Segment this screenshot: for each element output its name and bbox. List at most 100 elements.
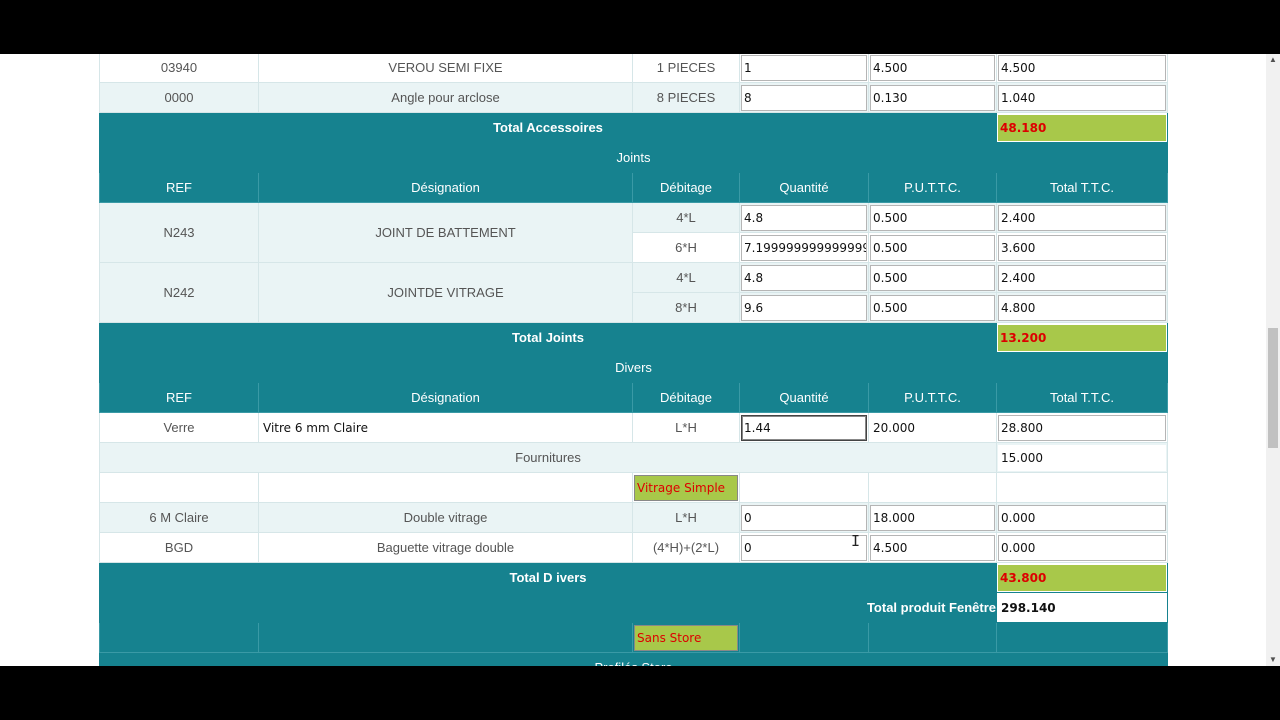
unit-price-input[interactable]: 4.500 <box>870 534 995 561</box>
column-header-quantite: Quantité <box>739 382 869 413</box>
browser-viewport: 03940 VEROU SEMI FIXE 1 PIECES 1 4.500 4… <box>0 54 1280 666</box>
total-row: Total Joints 13.200 <box>99 322 1168 353</box>
quantity-input[interactable]: 1 <box>741 54 867 81</box>
unit-price-input[interactable]: 0.130 <box>870 84 995 111</box>
designation-cell: Baguette vitrage double <box>258 532 633 563</box>
ref-cell: 6 M Claire <box>99 502 259 533</box>
total-row: Total produit Fenêtre 298.140 <box>99 592 1168 623</box>
quantity-input[interactable]: 4.8 <box>741 264 867 291</box>
table-row: 0000 Angle pour arclose 8 PIECES 8 0.130… <box>99 82 1168 113</box>
quantity-input[interactable]: 9.6 <box>741 294 867 321</box>
debitage-cell: 1 PIECES <box>632 54 740 83</box>
debitage-cell: (4*H)+(2*L) <box>632 532 740 563</box>
total-joints-value: 13.200 <box>998 324 1166 351</box>
section-title-divers: Divers <box>99 352 1168 383</box>
text-cursor-icon: I <box>851 532 861 550</box>
table-row: N243 JOINT DE BATTEMENT 4*L 4.8 0.500 2.… <box>99 202 1168 263</box>
debitage-cell: 4*L <box>632 262 740 293</box>
unit-price-input[interactable]: 0.500 <box>870 234 995 261</box>
total-divers-value: 43.800 <box>998 564 1166 591</box>
ref-cell: BGD <box>99 532 259 563</box>
total-input[interactable]: 4.800 <box>998 294 1166 321</box>
column-header-debitage: Débitage <box>632 382 740 413</box>
quantity-input[interactable]: 0 <box>741 534 867 561</box>
table-row: 6 M Claire Double vitrage L*H 0 18.000 0… <box>99 502 1168 533</box>
section-header: Divers <box>99 352 1168 383</box>
total-produit-value: 298.140 <box>998 594 1166 621</box>
vertical-scrollbar[interactable]: ▲ ▼ <box>1266 54 1280 666</box>
unit-price-input[interactable]: 4.500 <box>870 54 995 81</box>
unit-price-input[interactable]: 0.500 <box>870 294 995 321</box>
total-row: Total Accessoires 48.180 <box>99 112 1168 143</box>
quantity-input[interactable]: 7.1999999999999993 <box>741 234 867 261</box>
total-input[interactable]: 1.040 <box>998 84 1166 111</box>
column-header-quantite: Quantité <box>739 172 869 203</box>
section-title-profiles-store: Profilés Store <box>99 652 1168 666</box>
section-title-joints: Joints <box>99 142 1168 173</box>
total-input[interactable]: 3.600 <box>998 234 1166 261</box>
quantity-input[interactable]: 8 <box>741 84 867 111</box>
debitage-cell: L*H <box>632 412 740 443</box>
table-row: Vitrage Simple <box>99 472 1168 503</box>
designation-cell: JOINT DE BATTEMENT <box>258 202 633 263</box>
column-header-total: Total T.T.C. <box>996 172 1168 203</box>
designation-cell: VEROU SEMI FIXE <box>258 54 633 83</box>
unit-price-input[interactable]: 0.500 <box>870 204 995 231</box>
section-header: Profilés Store <box>99 652 1168 666</box>
table-row: Verre Vitre 6 mm Claire L*H 1.44 20.000 … <box>99 412 1168 443</box>
debitage-cell: 8*H <box>632 292 740 323</box>
table-row: Fournitures 15.000 <box>99 442 1168 473</box>
total-produit-label: Total produit Fenêtre <box>99 592 997 623</box>
store-select[interactable]: Sans Store <box>634 624 738 651</box>
ref-cell: N243 <box>99 202 259 263</box>
debitage-cell: L*H <box>632 502 740 533</box>
scrollbar-thumb[interactable] <box>1268 328 1278 448</box>
fournitures-input[interactable]: 15.000 <box>998 444 1166 471</box>
column-header-designation: Désignation <box>258 172 633 203</box>
total-accessoires-value: 48.180 <box>998 114 1166 141</box>
table-row: Sans Store <box>99 622 1168 653</box>
total-input[interactable]: 28.800 <box>998 414 1166 441</box>
unit-price-input[interactable]: 0.500 <box>870 264 995 291</box>
total-input[interactable]: 0.000 <box>998 504 1166 531</box>
fournitures-label: Fournitures <box>99 442 997 473</box>
column-header-pu: P.U.T.T.C. <box>868 382 997 413</box>
debitage-cell: 4*L <box>632 202 740 233</box>
column-header-pu: P.U.T.T.C. <box>868 172 997 203</box>
total-input[interactable]: 0.000 <box>998 534 1166 561</box>
unit-price-input[interactable]: 18.000 <box>870 504 995 531</box>
section-header: Joints <box>99 142 1168 173</box>
column-header-row: REF Désignation Débitage Quantité P.U.T.… <box>99 172 1168 203</box>
unit-price-input[interactable]: 20.000 <box>870 414 995 441</box>
vitrage-select[interactable]: Vitrage Simple <box>634 474 738 501</box>
column-header-designation: Désignation <box>258 382 633 413</box>
debitage-cell: 8 PIECES <box>632 82 740 113</box>
scroll-up-icon[interactable]: ▲ <box>1266 54 1280 66</box>
total-input[interactable]: 2.400 <box>998 204 1166 231</box>
ref-cell: N242 <box>99 262 259 323</box>
quantity-input[interactable]: 4.8 <box>741 204 867 231</box>
quantity-input[interactable]: 1.44 <box>741 414 867 441</box>
table-row: BGD Baguette vitrage double (4*H)+(2*L) … <box>99 532 1168 563</box>
ref-cell: 03940 <box>99 54 259 83</box>
debitage-cell: 6*H <box>632 232 740 263</box>
total-accessoires-label: Total Accessoires <box>99 112 997 143</box>
scroll-down-icon[interactable]: ▼ <box>1266 654 1280 666</box>
total-input[interactable]: 2.400 <box>998 264 1166 291</box>
total-joints-label: Total Joints <box>99 322 997 353</box>
designation-cell: JOINTDE VITRAGE <box>258 262 633 323</box>
designation-cell: Double vitrage <box>258 502 633 533</box>
column-header-ref: REF <box>99 382 259 413</box>
total-input[interactable]: 4.500 <box>998 54 1166 81</box>
glass-select[interactable]: Vitre 6 mm Claire <box>260 414 631 441</box>
total-row: Total D ivers 43.800 <box>99 562 1168 593</box>
ref-cell: 0000 <box>99 82 259 113</box>
quote-table: 03940 VEROU SEMI FIXE 1 PIECES 1 4.500 4… <box>99 54 1168 666</box>
table-row: N242 JOINTDE VITRAGE 4*L 4.8 0.500 2.400 <box>99 262 1168 323</box>
quantity-input[interactable]: 0 <box>741 504 867 531</box>
column-header-row: REF Désignation Débitage Quantité P.U.T.… <box>99 382 1168 413</box>
column-header-total: Total T.T.C. <box>996 382 1168 413</box>
column-header-ref: REF <box>99 172 259 203</box>
column-header-debitage: Débitage <box>632 172 740 203</box>
total-divers-label: Total D ivers <box>99 562 997 593</box>
